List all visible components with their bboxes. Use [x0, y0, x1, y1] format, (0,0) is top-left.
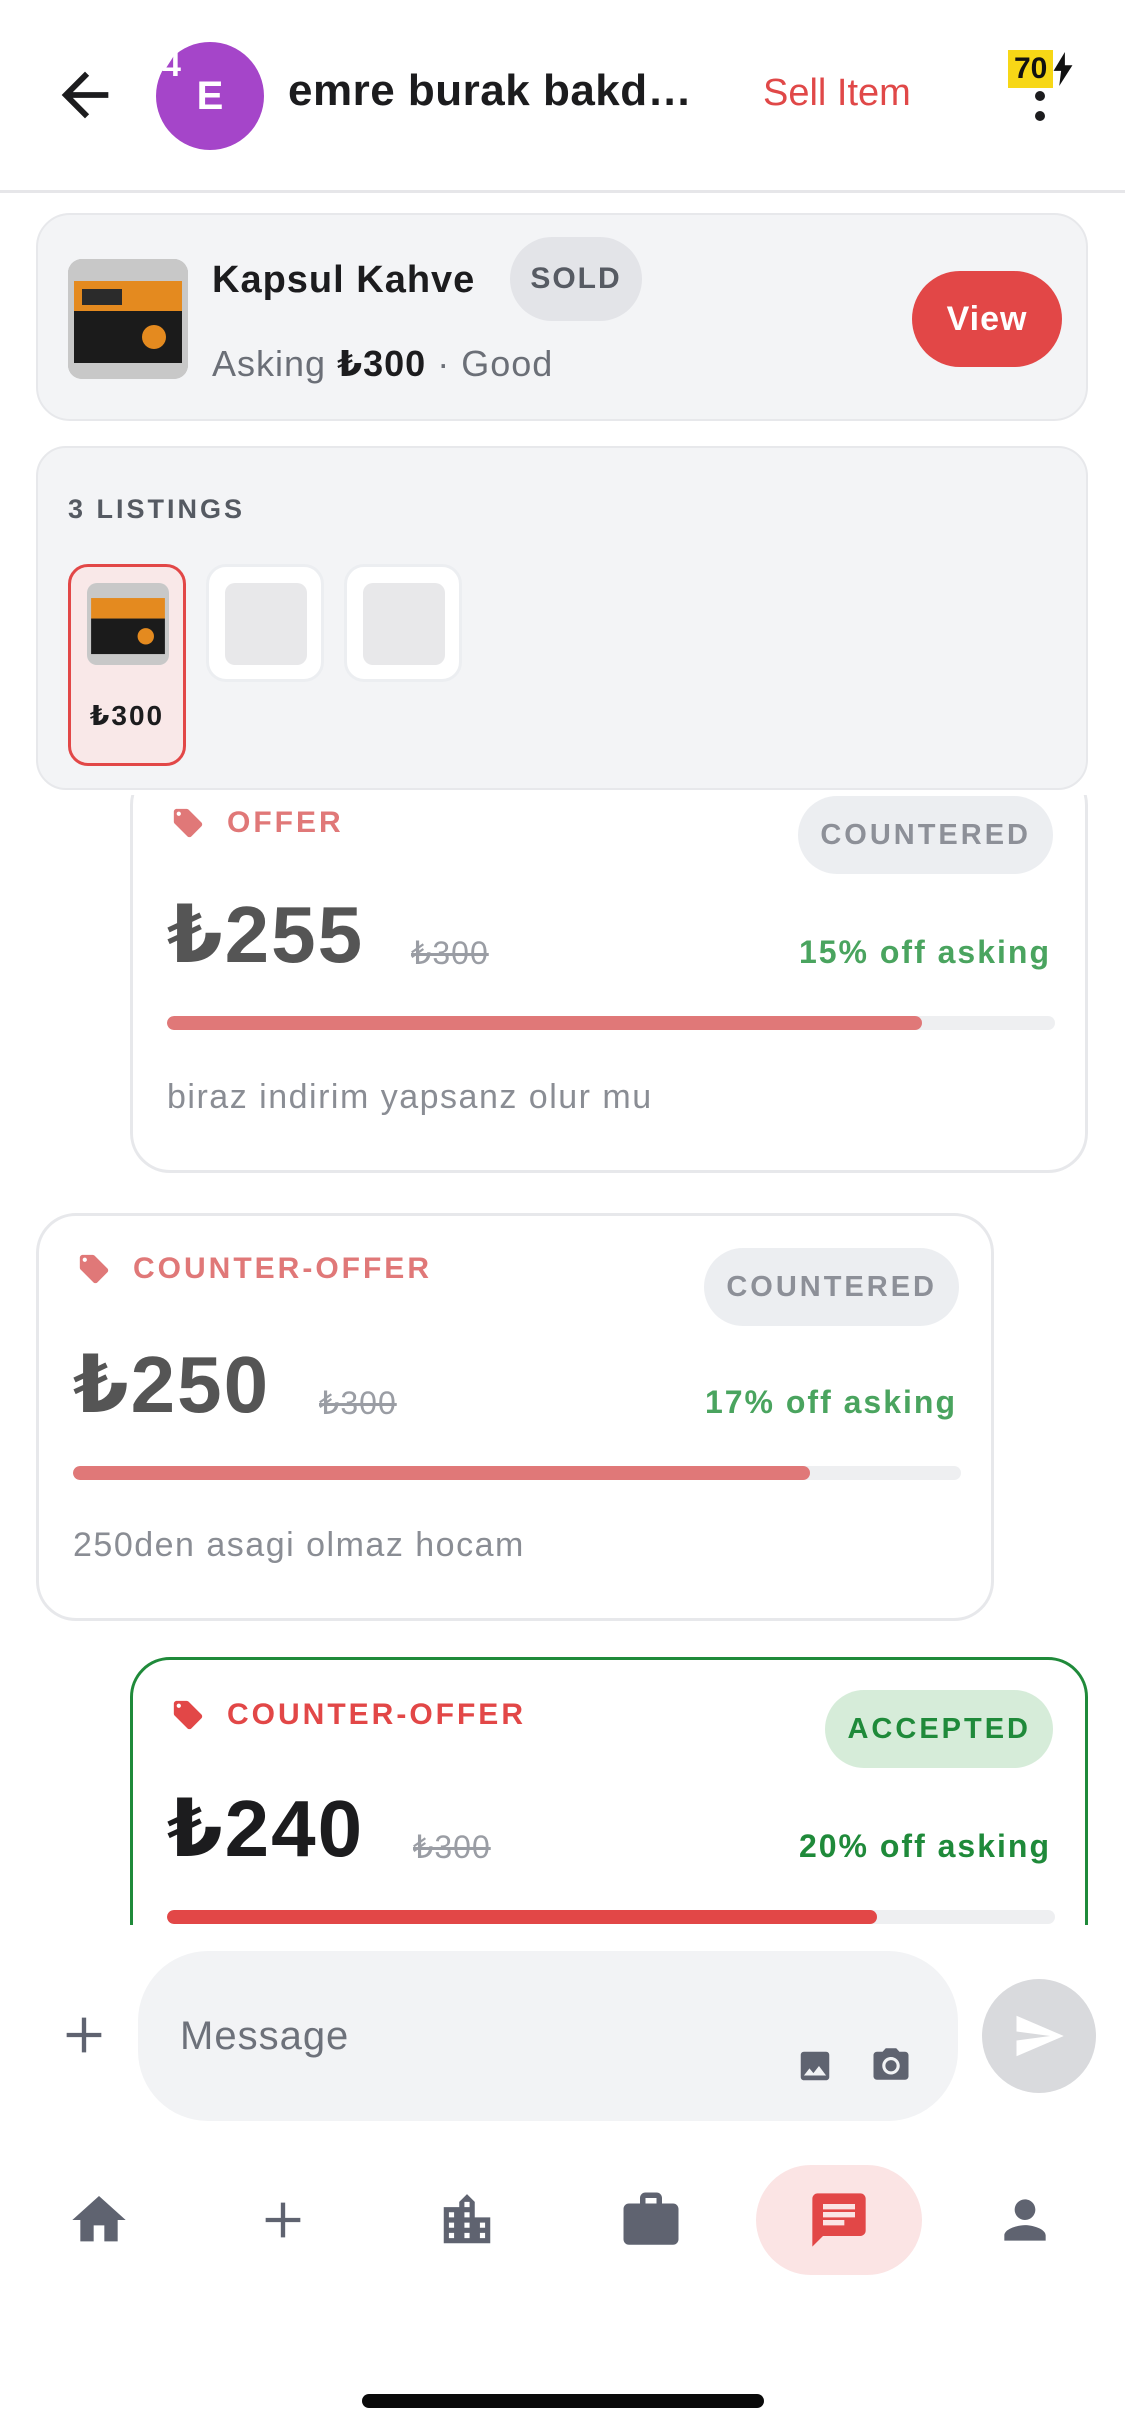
bottom-nav [0, 2145, 1125, 2300]
message-input[interactable] [138, 1951, 958, 2121]
listing-thumbnail [87, 583, 169, 665]
nav-home[interactable] [44, 2165, 154, 2275]
offer-status: COUNTERED [798, 796, 1053, 874]
original-price: ₺300 [413, 1829, 491, 1865]
nav-profile[interactable] [970, 2165, 1080, 2275]
nav-messages[interactable] [756, 2165, 922, 2275]
message-thread[interactable]: OFFER COUNTERED ₺255 ₺300 15% off asking… [0, 795, 1125, 1925]
offer-progress-track [73, 1466, 961, 1480]
discount-percent: 17% off asking [704, 1384, 957, 1420]
city-icon [443, 2194, 491, 2244]
camera-icon[interactable] [870, 2043, 912, 2085]
asking-price: ₺300 [337, 343, 427, 384]
offer-progress-track [167, 1910, 1055, 1924]
avatar-initial: E [196, 73, 224, 118]
listing-tile[interactable] [344, 564, 462, 682]
listings-card: 3 LISTINGS ₺300 [36, 446, 1088, 790]
item-condition: Good [461, 343, 554, 384]
offer-status: ACCEPTED [825, 1690, 1053, 1768]
listing-price: ₺300 [89, 700, 165, 731]
listing-tile[interactable]: ₺300 [68, 564, 186, 766]
item-photo [68, 259, 188, 379]
discount-percent: 15% off asking [798, 934, 1051, 970]
tag-icon [173, 808, 203, 838]
listings-title: 3 LISTINGS [68, 494, 246, 524]
nav-city[interactable] [412, 2165, 522, 2275]
item-summary-card: Kapsul Kahve SOLD Asking ₺300 · Good Vie… [36, 213, 1088, 421]
offer-type-label: OFFER [227, 806, 344, 839]
offer-progress-fill [167, 1016, 922, 1030]
offer-progress-track [167, 1016, 1055, 1030]
home-icon [72, 2196, 126, 2242]
listing-thumbnail [225, 583, 307, 665]
discount-percent: 20% off asking [798, 1828, 1051, 1864]
kebab-icon[interactable] [1032, 88, 1048, 124]
offer-progress-fill [73, 1466, 811, 1480]
home-indicator [362, 2394, 764, 2408]
nav-create[interactable] [228, 2165, 338, 2275]
offer-note: biraz indirim yapsanz olur mu [167, 1078, 653, 1116]
chat-header: E 4 emre burak bakd… Sell Item 70 [0, 0, 1125, 193]
briefcase-icon [623, 2192, 679, 2245]
view-button[interactable]: View [912, 271, 1062, 367]
listing-photo [87, 583, 169, 665]
tag-icon [173, 1700, 203, 1730]
send-icon [1016, 2015, 1064, 2057]
offer-note: 250den asagi olmaz hocam [73, 1526, 525, 1564]
send-button[interactable] [982, 1979, 1096, 2093]
status-badge: SOLD [510, 237, 642, 321]
plus-icon [265, 2202, 301, 2238]
original-price: ₺300 [411, 935, 489, 971]
asking-label: Asking [212, 343, 327, 384]
meta-separator: · [426, 343, 462, 384]
offer-card: COUNTER-OFFER COUNTERED ₺250 ₺300 17% of… [36, 1213, 994, 1621]
bolt-icon [1053, 52, 1073, 86]
listing-thumbnail [363, 583, 445, 665]
offer-progress-fill [167, 1910, 878, 1924]
offer-type: COUNTER-OFFER [77, 1252, 432, 1286]
offer-amount: ₺240 [167, 1784, 365, 1873]
offer-amount: ₺255 [167, 890, 365, 979]
tag-icon [79, 1254, 109, 1284]
back-button[interactable] [50, 60, 120, 130]
chat-icon [812, 2193, 866, 2247]
image-icon[interactable] [796, 2047, 834, 2085]
nav-jobs[interactable] [596, 2165, 706, 2275]
offer-type: COUNTER-OFFER [171, 1698, 526, 1732]
offer-card: COUNTER-OFFER ACCEPTED ₺240 ₺300 20% off… [130, 1657, 1088, 1925]
listing-tile[interactable] [206, 564, 324, 682]
sell-item-button[interactable]: Sell Item [763, 72, 911, 115]
item-thumbnail[interactable] [68, 259, 188, 379]
arrow-left-icon [61, 71, 109, 119]
item-meta: Asking ₺300 · Good [212, 343, 553, 385]
offer-type-label: COUNTER-OFFER [133, 1252, 432, 1285]
person-icon [1004, 2199, 1046, 2241]
credits-badge[interactable]: 70 [1008, 50, 1054, 88]
offer-status: COUNTERED [704, 1248, 959, 1326]
chat-partner-name[interactable]: emre burak bakd… [288, 66, 728, 116]
avatar-badge: 4 [162, 46, 181, 84]
offer-card: OFFER COUNTERED ₺255 ₺300 15% off asking… [130, 795, 1088, 1173]
offer-type: OFFER [171, 806, 344, 840]
message-composer [0, 1925, 1125, 2145]
plus-icon[interactable] [58, 2009, 110, 2061]
item-title: Kapsul Kahve [212, 259, 476, 301]
offer-amount: ₺250 [73, 1340, 271, 1429]
original-price: ₺300 [319, 1385, 397, 1421]
offer-type-label: COUNTER-OFFER [227, 1698, 526, 1731]
